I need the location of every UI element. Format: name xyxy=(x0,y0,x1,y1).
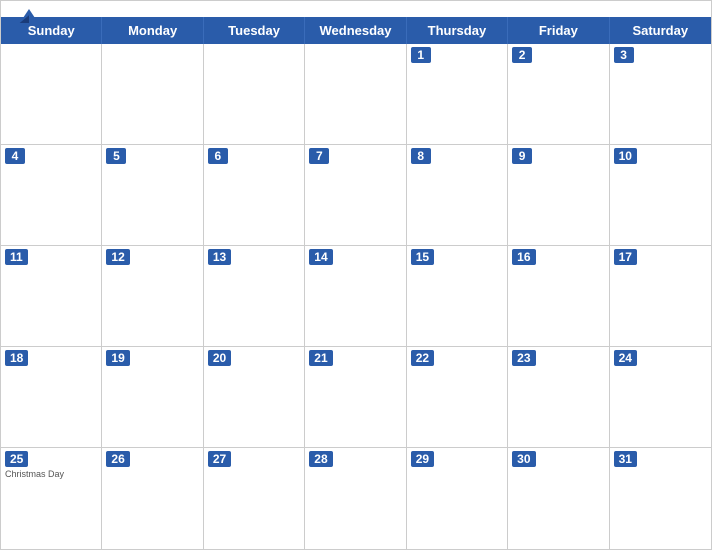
day-number: 31 xyxy=(614,451,637,467)
weekday-header: Wednesday xyxy=(305,17,406,44)
day-cell xyxy=(204,44,305,145)
day-cell: 6 xyxy=(204,145,305,246)
day-number: 29 xyxy=(411,451,434,467)
day-number: 11 xyxy=(5,249,28,265)
logo-bird-icon xyxy=(19,9,39,23)
day-number: 16 xyxy=(512,249,535,265)
day-cell: 10 xyxy=(610,145,711,246)
day-number: 14 xyxy=(309,249,332,265)
day-cell: 9 xyxy=(508,145,609,246)
day-cell: 15 xyxy=(407,246,508,347)
day-cell: 5 xyxy=(102,145,203,246)
day-number: 28 xyxy=(309,451,332,467)
day-number: 26 xyxy=(106,451,129,467)
day-cell: 8 xyxy=(407,145,508,246)
day-cell: 28 xyxy=(305,448,406,549)
day-cell: 7 xyxy=(305,145,406,246)
day-cell: 30 xyxy=(508,448,609,549)
day-number: 27 xyxy=(208,451,231,467)
day-cell: 23 xyxy=(508,347,609,448)
day-number: 6 xyxy=(208,148,228,164)
day-number: 3 xyxy=(614,47,634,63)
day-cell xyxy=(102,44,203,145)
day-cell: 27 xyxy=(204,448,305,549)
weekdays-row: SundayMondayTuesdayWednesdayThursdayFrid… xyxy=(1,17,711,44)
day-number: 20 xyxy=(208,350,231,366)
day-number: 10 xyxy=(614,148,637,164)
day-cell: 11 xyxy=(1,246,102,347)
weekday-header: Monday xyxy=(102,17,203,44)
day-cell: 24 xyxy=(610,347,711,448)
day-number: 2 xyxy=(512,47,532,63)
day-cell: 21 xyxy=(305,347,406,448)
day-cell: 26 xyxy=(102,448,203,549)
day-number: 19 xyxy=(106,350,129,366)
day-number: 9 xyxy=(512,148,532,164)
day-cell: 19 xyxy=(102,347,203,448)
day-cell: 17 xyxy=(610,246,711,347)
day-number: 1 xyxy=(411,47,431,63)
day-cell: 3 xyxy=(610,44,711,145)
day-number: 18 xyxy=(5,350,28,366)
weekday-header: Saturday xyxy=(610,17,711,44)
holiday-label: Christmas Day xyxy=(5,469,97,479)
logo xyxy=(17,9,39,23)
day-cell: 16 xyxy=(508,246,609,347)
weekday-header: Thursday xyxy=(407,17,508,44)
day-cell: 13 xyxy=(204,246,305,347)
day-number: 17 xyxy=(614,249,637,265)
day-number: 21 xyxy=(309,350,332,366)
day-cell: 29 xyxy=(407,448,508,549)
weekday-header: Friday xyxy=(508,17,609,44)
day-number: 15 xyxy=(411,249,434,265)
day-cell: 31 xyxy=(610,448,711,549)
day-number: 8 xyxy=(411,148,431,164)
day-number: 24 xyxy=(614,350,637,366)
day-cell: 18 xyxy=(1,347,102,448)
day-cell xyxy=(305,44,406,145)
day-cell: 2 xyxy=(508,44,609,145)
day-number: 7 xyxy=(309,148,329,164)
day-number: 25 xyxy=(5,451,28,467)
day-cell: 12 xyxy=(102,246,203,347)
day-number: 22 xyxy=(411,350,434,366)
day-number: 12 xyxy=(106,249,129,265)
calendar-header xyxy=(1,1,711,17)
day-cell: 1 xyxy=(407,44,508,145)
days-grid: 1234567891011121314151617181920212223242… xyxy=(1,44,711,549)
day-cell: 4 xyxy=(1,145,102,246)
calendar-container: SundayMondayTuesdayWednesdayThursdayFrid… xyxy=(0,0,712,550)
day-number: 23 xyxy=(512,350,535,366)
day-number: 13 xyxy=(208,249,231,265)
weekday-header: Tuesday xyxy=(204,17,305,44)
day-cell xyxy=(1,44,102,145)
day-cell: 14 xyxy=(305,246,406,347)
day-number: 30 xyxy=(512,451,535,467)
day-number: 4 xyxy=(5,148,25,164)
day-cell: 22 xyxy=(407,347,508,448)
day-cell: 20 xyxy=(204,347,305,448)
day-number: 5 xyxy=(106,148,126,164)
day-cell: 25 Christmas Day xyxy=(1,448,102,549)
